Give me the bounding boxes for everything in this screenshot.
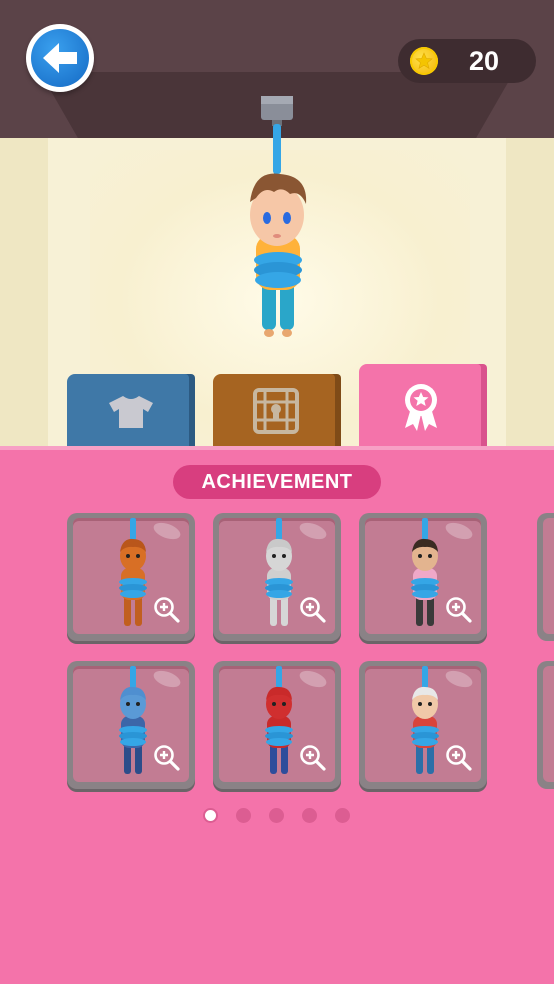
coin-count: 20 [468,46,500,76]
star-coin-icon [410,47,438,75]
page-dot[interactable] [203,808,218,823]
back-button[interactable] [26,24,94,92]
blue-alien-character [119,666,147,774]
card-well [219,666,335,782]
card-well [73,518,189,634]
tab-achievement[interactable] [359,364,487,448]
zoom-in-icon[interactable] [299,596,327,624]
card-well [73,666,189,782]
old-man-glasses-character [411,666,439,774]
red-mask-character [265,666,293,774]
card-well [365,666,481,782]
panel-title: ACHIEVEMENT [173,465,381,499]
zoom-in-icon[interactable] [445,596,473,624]
zoom-in-icon[interactable] [445,744,473,772]
ribbon-badge-icon [405,384,437,431]
zoom-in-icon[interactable] [153,744,181,772]
hanging-character [250,96,307,337]
monkey-character [411,518,439,626]
card-well [219,518,335,634]
tab-rooms[interactable] [213,374,341,446]
achievement-card[interactable] [67,513,195,641]
card-well [365,518,481,634]
achievement-card[interactable] [213,661,341,789]
dog-character [265,518,293,626]
card-well [543,518,554,634]
page-dot[interactable] [236,808,251,823]
zoom-in-icon[interactable] [299,744,327,772]
page-dot[interactable] [302,808,317,823]
achievement-card-partial[interactable] [537,513,554,641]
tab-clothes[interactable] [67,374,195,446]
card-well [543,666,554,782]
back-arrow-icon [43,43,77,73]
achievement-card-partial[interactable] [537,661,554,789]
coin-counter: 20 [398,39,536,83]
page-dot[interactable] [269,808,284,823]
achievement-card[interactable] [359,661,487,789]
page-dot[interactable] [335,808,350,823]
cage-icon [253,388,299,434]
achievement-card[interactable] [67,661,195,789]
achievement-card[interactable] [213,513,341,641]
zoom-in-icon[interactable] [153,596,181,624]
achievement-card[interactable] [359,513,487,641]
orange-hood-character [119,518,147,626]
shirt-icon [109,396,153,428]
page-indicator [203,808,363,824]
